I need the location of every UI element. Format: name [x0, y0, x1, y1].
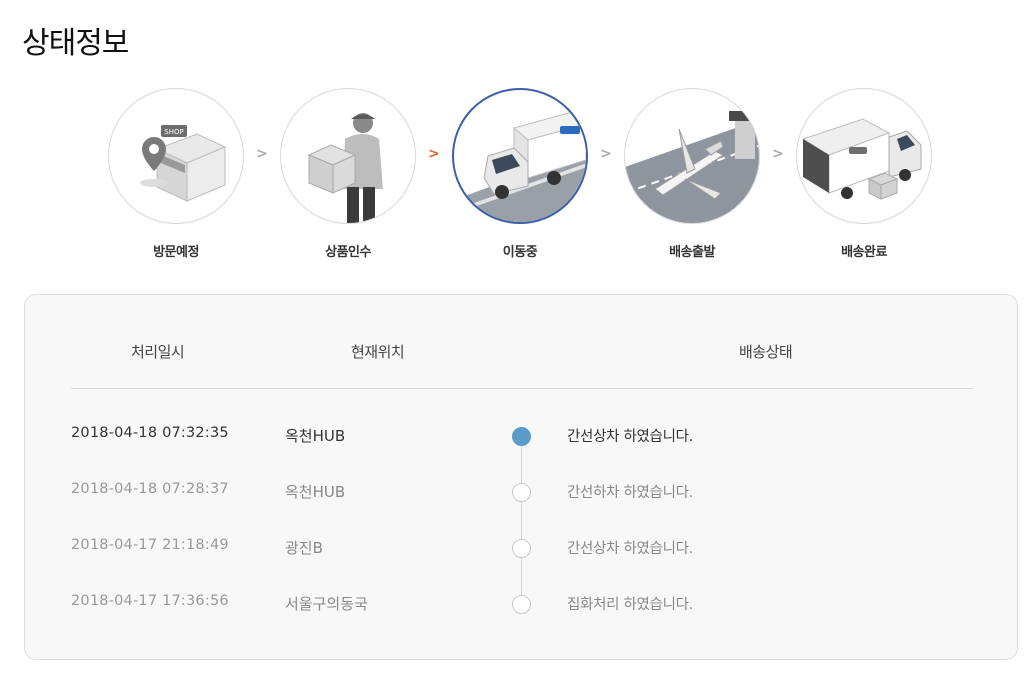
header-current-location: 현재위치: [351, 343, 405, 361]
row-time: 2018-04-18 07:32:35: [71, 425, 229, 441]
step-label: 배송출발: [669, 245, 715, 260]
history-table-header: 처리일시 현재위치 배송상태: [71, 295, 973, 389]
row-location: 서울구의동국: [285, 595, 368, 613]
row-location: 광진B: [285, 539, 323, 557]
step-in-transit: 이동중: [452, 88, 588, 260]
chevron-right-icon: >: [428, 146, 440, 162]
step-picked-up: 상품인수: [280, 88, 416, 260]
table-row: 2018-04-18 07:32:35 옥천HUB 간선상차 하였습니다.: [25, 425, 1019, 449]
timeline-line: [521, 435, 522, 605]
timeline-dot-current: [512, 427, 531, 446]
table-row: 2018-04-17 21:18:49 광진B 간선상차 하였습니다.: [25, 537, 1019, 561]
page-title: 상태정보: [22, 26, 129, 61]
timeline-dot: [512, 483, 531, 502]
header-delivery-status: 배송상태: [739, 343, 793, 361]
step-label: 상품인수: [325, 245, 371, 260]
airplane-icon: [624, 88, 760, 224]
row-status: 간선하차 하였습니다.: [567, 485, 693, 501]
step-visit-scheduled: SHOP 방문예정: [108, 88, 244, 260]
row-status: 간선상차 하였습니다.: [567, 429, 693, 445]
row-status: 간선상차 하였습니다.: [567, 541, 693, 557]
unloading-truck-icon: [796, 88, 932, 224]
timeline-dot: [512, 539, 531, 558]
table-row: 2018-04-18 07:28:37 옥천HUB 간선하차 하였습니다.: [25, 481, 1019, 505]
step-label: 이동중: [502, 245, 538, 260]
chevron-right-icon: >: [772, 146, 784, 162]
step-label: 방문예정: [153, 245, 199, 260]
step-label: 배송완료: [841, 245, 887, 260]
courier-box-icon: [280, 88, 416, 224]
table-row: 2018-04-17 17:36:56 서울구의동국 집화처리 하였습니다.: [25, 593, 1019, 617]
row-location: 옥천HUB: [285, 483, 346, 501]
row-time: 2018-04-18 07:28:37: [71, 481, 229, 497]
delivery-truck-icon: [452, 88, 588, 224]
row-time: 2018-04-17 17:36:56: [71, 593, 229, 609]
chevron-right-icon: >: [256, 146, 268, 162]
header-processed-time: 처리일시: [131, 343, 185, 361]
row-status: 집화처리 하였습니다.: [567, 597, 693, 613]
timeline-dot: [512, 595, 531, 614]
step-out-for-delivery: 배송출발: [624, 88, 760, 260]
row-time: 2018-04-17 21:18:49: [71, 537, 229, 553]
shop-location-icon: SHOP: [108, 88, 244, 224]
delivery-history-panel: 처리일시 현재위치 배송상태 2018-04-18 07:32:35 옥천HUB…: [24, 294, 1018, 660]
step-delivered: 배송완료: [796, 88, 932, 260]
row-location: 옥천HUB: [285, 427, 346, 445]
chevron-right-icon: >: [600, 146, 612, 162]
svg-text:SHOP: SHOP: [164, 128, 183, 136]
delivery-progress-steps: SHOP 방문예정 > 상품인수 > 이동중 > 배송출발 > 배송완료: [108, 88, 938, 268]
